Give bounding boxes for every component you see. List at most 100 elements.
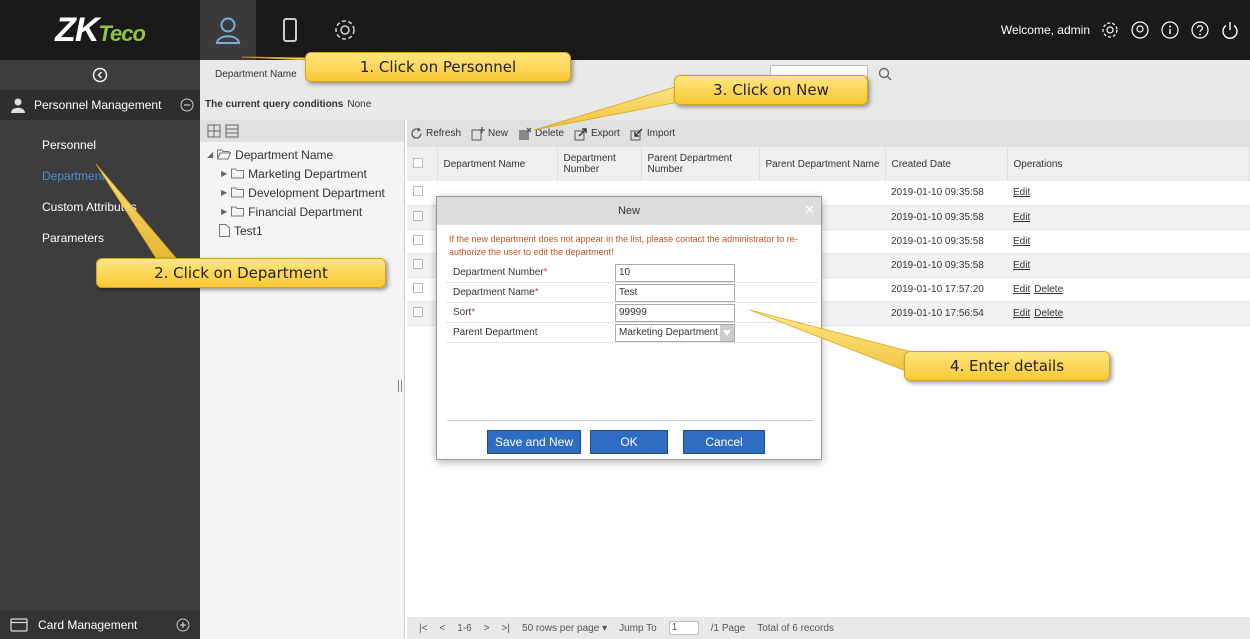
system-module-tab[interactable] — [317, 0, 373, 60]
delete-link[interactable]: Delete — [1034, 284, 1063, 295]
required-marker: * — [543, 267, 548, 278]
settings-icon[interactable] — [1100, 20, 1120, 40]
sidebar-item-label: Personnel — [42, 137, 97, 152]
ok-button[interactable]: OK — [590, 430, 668, 454]
export-button[interactable]: Export — [574, 127, 620, 141]
column-header[interactable]: Created Date — [885, 147, 1008, 181]
tree-node-financial[interactable]: ▶ Financial Department — [200, 202, 404, 221]
power-icon[interactable] — [1220, 20, 1240, 40]
user-icon[interactable] — [1130, 20, 1150, 40]
access-module-tab[interactable] — [262, 0, 318, 60]
edit-link[interactable]: Edit — [1013, 187, 1030, 198]
sidebar-collapse-button[interactable] — [0, 60, 200, 90]
column-header[interactable]: Parent Department Number — [641, 147, 760, 181]
tree-node-label: Development Department — [248, 185, 385, 200]
edit-link[interactable]: Edit — [1013, 308, 1030, 319]
expand-all-icon[interactable] — [207, 124, 221, 138]
select-all-cell[interactable] — [407, 147, 438, 181]
field-label: Department Number — [453, 267, 544, 278]
column-header[interactable]: Operations — [1007, 147, 1250, 181]
folder-icon — [231, 168, 245, 179]
close-icon[interactable]: ✕ — [804, 202, 815, 218]
import-button[interactable]: Import — [630, 127, 675, 141]
sidebar-item-parameters[interactable]: Parameters — [0, 222, 200, 253]
chevron-down-icon[interactable] — [720, 324, 734, 341]
cancel-button[interactable]: Cancel — [683, 430, 765, 454]
select-all-checkbox[interactable] — [413, 157, 423, 168]
parent-department-select[interactable]: Marketing Department — [615, 323, 735, 342]
required-marker: * — [534, 287, 539, 298]
tree-node-development[interactable]: ▶ Development Department — [200, 183, 404, 202]
refresh-button[interactable]: Refresh — [410, 127, 461, 140]
last-page-button[interactable]: >| — [502, 623, 510, 634]
edit-link[interactable]: Edit — [1013, 260, 1030, 271]
door-icon — [283, 18, 297, 42]
minus-circle-icon[interactable] — [180, 98, 194, 112]
rows-per-page-label: 50 rows per page — [522, 622, 600, 634]
column-header[interactable]: Parent Department Name — [759, 147, 886, 181]
field-label: Parent Department — [453, 327, 538, 338]
save-and-new-button[interactable]: Save and New — [487, 430, 581, 454]
collapse-all-icon[interactable] — [225, 124, 239, 138]
help-icon[interactable] — [1190, 20, 1210, 40]
page-range: 1-6 — [457, 622, 472, 634]
prev-page-button[interactable]: < — [439, 623, 445, 634]
refresh-label: Refresh — [426, 128, 462, 139]
sidebar-item-label: Department — [42, 168, 105, 183]
column-header[interactable]: Department Number — [557, 147, 642, 181]
row-checkbox[interactable] — [413, 234, 423, 245]
caret-right-icon[interactable]: ▶ — [221, 169, 227, 178]
delete-link[interactable]: Delete — [1034, 308, 1063, 319]
dialog-title-bar: New ✕ — [437, 197, 821, 225]
row-checkbox[interactable] — [413, 186, 423, 197]
callout-1: 1. Click on Personnel — [305, 52, 571, 82]
next-page-button[interactable]: > — [484, 623, 490, 634]
folder-open-icon — [217, 149, 232, 160]
sidebar-item-department[interactable]: Department — [0, 160, 200, 191]
row-checkbox[interactable] — [413, 306, 423, 317]
sidebar-item-personnel[interactable]: Personnel — [0, 129, 200, 160]
personnel-module-tab[interactable] — [200, 0, 256, 60]
created-date-cell: 2019-01-10 09:35:58 — [885, 253, 1007, 278]
tree-node-test1[interactable]: Test1 — [200, 221, 404, 240]
query-label: Department Name — [215, 68, 297, 80]
chevron-down-icon: ▾ — [602, 622, 608, 634]
delete-button[interactable]: Delete — [518, 127, 564, 141]
new-department-dialog: New ✕ If the new department does not app… — [436, 196, 822, 460]
new-button[interactable]: New — [471, 126, 508, 141]
info-icon[interactable] — [1160, 20, 1180, 40]
department-number-input[interactable]: 10 — [615, 263, 735, 282]
caret-down-icon[interactable]: ◢ — [207, 150, 213, 159]
caret-right-icon[interactable]: ▶ — [221, 207, 227, 216]
grid-toolbar: Refresh New Delete Export Import — [407, 120, 1250, 147]
plus-circle-icon[interactable] — [176, 618, 190, 632]
department-name-input[interactable]: Test — [615, 283, 735, 302]
jump-to-label: Jump To — [619, 622, 657, 634]
panel-splitter[interactable] — [398, 380, 402, 392]
conditions-value: None — [347, 98, 372, 110]
search-icon[interactable] — [878, 67, 892, 81]
created-date-cell: 2019-01-10 09:35:58 — [885, 205, 1007, 230]
row-checkbox[interactable] — [413, 282, 423, 293]
first-page-button[interactable]: |< — [419, 623, 427, 634]
row-checkbox[interactable] — [413, 258, 423, 269]
column-header[interactable]: Department Name — [437, 147, 558, 181]
row-checkbox[interactable] — [413, 210, 423, 221]
jump-to-input[interactable]: 1 — [668, 621, 699, 635]
tree-node-root[interactable]: ◢ Department Name — [200, 145, 404, 164]
rows-per-page-select[interactable]: 50 rows per page ▾ — [522, 623, 607, 634]
table-header-row: Department Name Department Number Parent… — [407, 147, 1250, 181]
edit-link[interactable]: Edit — [1013, 236, 1030, 247]
sidebar-item-card-management[interactable]: Card Management — [0, 611, 200, 639]
sidebar-item-label: Parameters — [42, 230, 105, 245]
edit-link[interactable]: Edit — [1013, 284, 1030, 295]
sort-input[interactable]: 99999 — [615, 303, 735, 322]
sidebar-section-personnel-management[interactable]: Personnel Management — [0, 90, 200, 120]
tree-node-marketing[interactable]: ▶ Marketing Department — [200, 164, 404, 183]
sidebar-item-label: Card Management — [38, 618, 138, 632]
refresh-icon — [411, 127, 422, 139]
sidebar-item-custom-attributes[interactable]: Custom Attributes — [0, 191, 200, 222]
collapse-icon — [92, 67, 108, 83]
edit-link[interactable]: Edit — [1013, 212, 1030, 223]
caret-right-icon[interactable]: ▶ — [221, 188, 227, 197]
